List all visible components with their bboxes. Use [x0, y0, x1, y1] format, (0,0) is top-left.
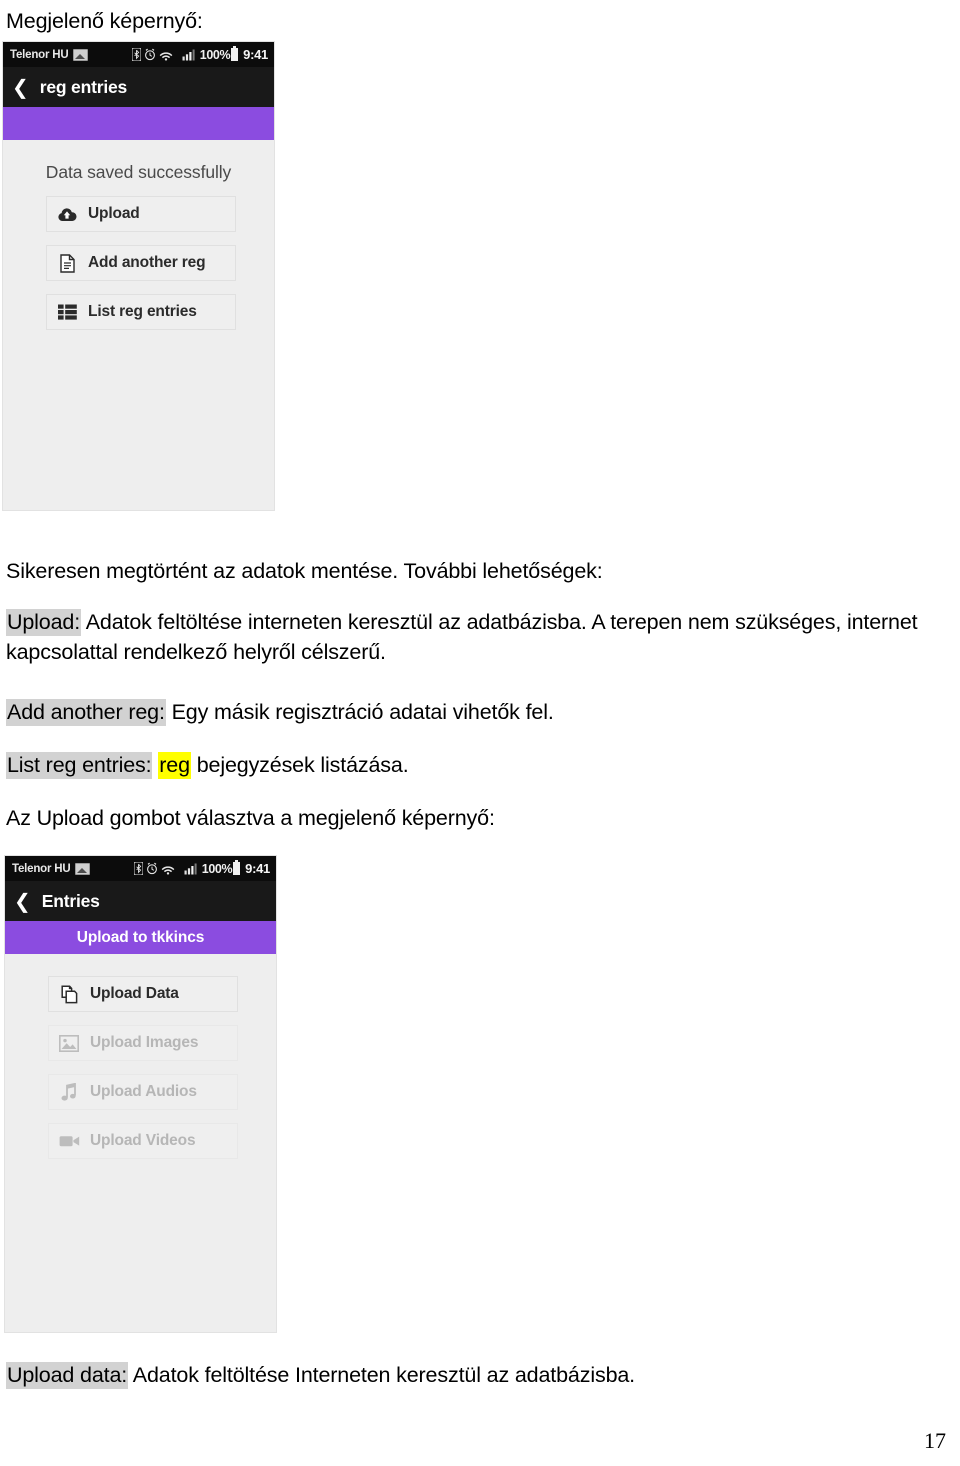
text-run: Adatok feltöltése Interneten keresztül a…: [128, 1363, 636, 1387]
screen-content-1: Data saved successfully Upload Add anoth…: [3, 140, 274, 510]
battery-icon: [233, 860, 241, 875]
text-run-yellow-highlighted: reg: [158, 752, 191, 779]
status-icon-group: [133, 862, 197, 875]
text-run: bejegyzések listázása.: [190, 753, 409, 777]
music-note-icon: [57, 1081, 81, 1103]
button-label: Upload: [88, 205, 140, 222]
signal-bars-icon: [182, 48, 195, 61]
paragraph-upload-data: Upload data: Adatok feltöltése Internete…: [6, 1360, 635, 1390]
button-label: Add another reg: [88, 254, 206, 271]
video-camera-icon: [57, 1130, 81, 1152]
back-chevron-icon[interactable]: ❮: [14, 891, 31, 911]
paragraph-list-entries: List reg entries: reg bejegyzések listáz…: [6, 750, 409, 780]
action-bar-1: [3, 107, 274, 140]
bluetooth-icon: [131, 48, 141, 61]
screen-title: reg entries: [39, 76, 128, 97]
clock-time-label: 9:41: [245, 861, 270, 876]
text-run-highlighted: Upload:: [6, 609, 82, 636]
upload-button[interactable]: Upload: [46, 196, 236, 232]
clock-time-label: 9:41: [243, 47, 268, 62]
button-list-1: Upload Add another reg List reg entries: [3, 196, 274, 330]
text-run: Egy másik regisztráció adatai vihetők fe…: [165, 700, 554, 724]
photo-icon: [72, 48, 88, 61]
image-icon: [57, 1032, 81, 1054]
screen-title: Entries: [41, 890, 100, 911]
carrier-label: Telenor HU: [12, 862, 71, 875]
photo-icon: [74, 862, 90, 875]
paragraph-upload-intro: Az Upload gombot választva a megjelenő k…: [6, 803, 495, 833]
page-heading: Megjelenő képernyő:: [6, 9, 203, 33]
upload-data-button[interactable]: Upload Data: [48, 976, 238, 1012]
text-run-highlighted: List reg entries:: [6, 752, 153, 779]
button-label: Upload Audios: [90, 1083, 197, 1100]
text-run: Adatok feltöltése interneten keresztül a…: [6, 610, 918, 664]
alarm-clock-icon: [146, 862, 158, 875]
button-label: Upload Images: [90, 1034, 199, 1051]
text-run-highlighted: Upload data:: [6, 1362, 129, 1389]
screen-content-2: Upload Data Upload Images Upload Audios …: [5, 954, 276, 1332]
add-another-reg-button[interactable]: Add another reg: [46, 245, 236, 281]
upload-videos-button[interactable]: Upload Videos: [48, 1123, 238, 1159]
carrier-label: Telenor HU: [10, 48, 69, 61]
action-bar-label: Upload to tkkincs: [76, 928, 205, 946]
paragraph-success: Sikeresen megtörtént az adatok mentése. …: [6, 556, 603, 586]
list-grid-icon: [55, 301, 79, 323]
status-bar-1: Telenor HU 100% 9:41: [3, 42, 274, 67]
content-top-spacer: [5, 954, 276, 976]
status-message: Data saved successfully: [45, 162, 232, 182]
button-label: Upload Videos: [90, 1132, 196, 1149]
wifi-icon: [159, 48, 173, 61]
document-page: Megjelenő képernyő: Telenor HU 100% 9:41…: [0, 0, 960, 1466]
battery-percent-label: 100%: [199, 47, 231, 62]
status-icon-group: [131, 48, 195, 61]
text-run-highlighted: Add another reg:: [6, 699, 166, 726]
paragraph-add-another: Add another reg: Egy másik regisztráció …: [6, 697, 554, 727]
wifi-icon: [161, 862, 175, 875]
status-bar-2: Telenor HU 100% 9:41: [5, 856, 276, 881]
button-list-2: Upload Data Upload Images Upload Audios …: [5, 976, 276, 1159]
button-label: List reg entries: [88, 303, 197, 320]
screenshot-reg-entries: Telenor HU 100% 9:41 ❮ reg entries Data …: [2, 41, 275, 511]
alarm-clock-icon: [144, 48, 156, 61]
list-reg-entries-button[interactable]: List reg entries: [46, 294, 236, 330]
screenshot-upload-entries: Telenor HU 100% 9:41 ❮ Entries Upload to…: [4, 855, 277, 1333]
text-run: Az Upload gombot választva a megjelenő k…: [6, 806, 495, 830]
cloud-upload-icon: [55, 203, 79, 225]
bluetooth-icon: [133, 862, 143, 875]
paragraph-upload: Upload: Adatok feltöltése interneten ker…: [6, 607, 934, 667]
copy-files-icon: [57, 983, 81, 1005]
upload-audios-button[interactable]: Upload Audios: [48, 1074, 238, 1110]
document-icon: [55, 252, 79, 274]
page-number: 17: [924, 1428, 946, 1453]
button-label: Upload Data: [90, 985, 179, 1002]
signal-bars-icon: [184, 862, 197, 875]
battery-icon: [231, 46, 239, 61]
action-bar-2[interactable]: Upload to tkkincs: [5, 921, 276, 954]
upload-images-button[interactable]: Upload Images: [48, 1025, 238, 1061]
title-bar-2: ❮ Entries: [5, 881, 276, 921]
battery-percent-label: 100%: [201, 861, 233, 876]
text-run: Sikeresen megtörtént az adatok mentése. …: [6, 559, 603, 583]
back-chevron-icon[interactable]: ❮: [12, 77, 29, 97]
title-bar-1: ❮ reg entries: [3, 67, 274, 107]
